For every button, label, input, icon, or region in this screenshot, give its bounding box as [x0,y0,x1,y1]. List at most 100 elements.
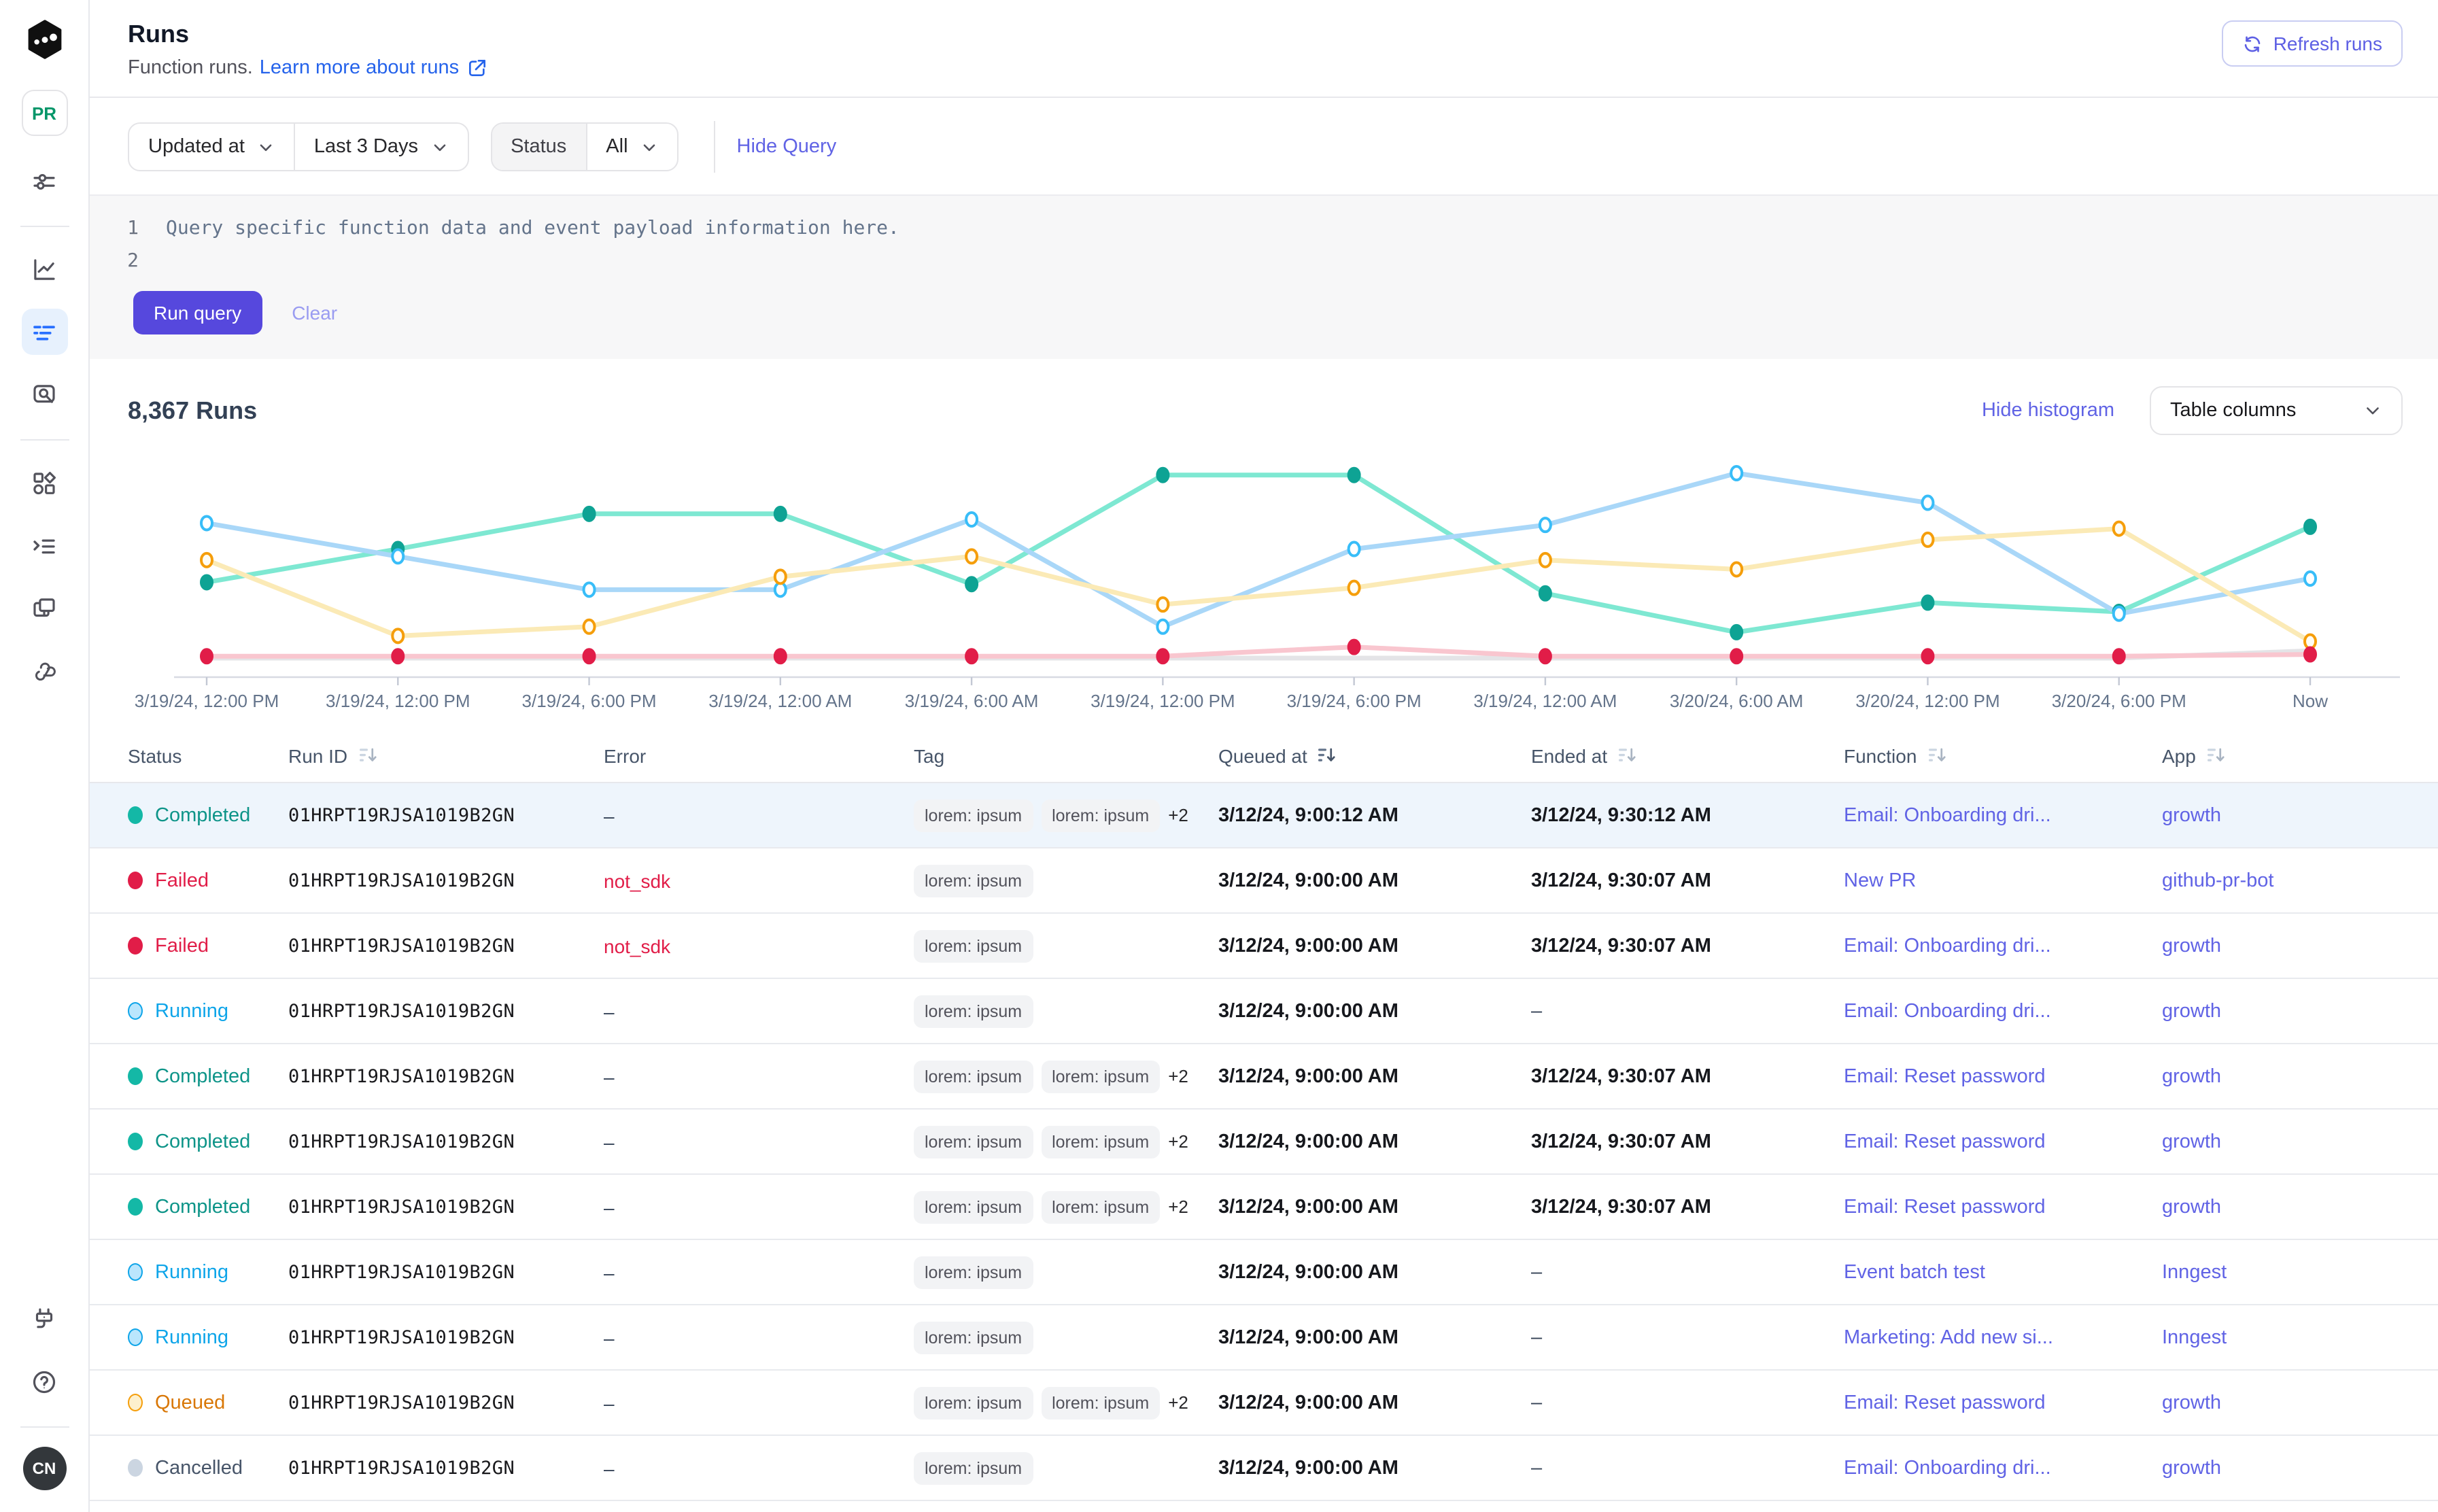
function-link[interactable]: Email: Onboarding dri... [1844,1457,2051,1479]
app-link[interactable]: github-pr-bot [2162,870,2273,891]
function-link[interactable]: Marketing: Add new si... [1844,1326,2053,1348]
function-link[interactable]: Email: Onboarding dri... [1844,935,2051,957]
app-cell: growth [2162,1456,2424,1480]
tags-cell: lorem: ipsumlorem: ipsum+2 [914,1125,1218,1158]
column-header-app[interactable]: App [2162,744,2424,766]
ended-at-cell: – [1531,1261,1844,1283]
app-link[interactable]: growth [2162,1065,2221,1087]
table-row[interactable]: Completed 01HRPT19RJSA1019B2GN – lorem: … [90,1044,2438,1110]
clear-query-button[interactable]: Clear [292,302,337,324]
results-bar: 8,367 Runs Hide histogram Table columns [90,359,2438,446]
refresh-runs-button[interactable]: Refresh runs [2222,20,2403,67]
app-link[interactable]: growth [2162,1392,2221,1413]
column-header-queued-at[interactable]: Queued at [1218,744,1531,766]
error-cell: – [604,1326,914,1348]
sidebar-item-help[interactable] [21,1358,67,1405]
app-link[interactable]: growth [2162,1196,2221,1218]
function-link[interactable]: Email: Reset password [1844,1065,2046,1087]
column-header-ended-at[interactable]: Ended at [1531,744,1844,766]
sliders-icon[interactable] [21,158,67,204]
error-cell: – [604,1261,914,1283]
table-columns-dropdown[interactable]: Table columns [2150,386,2403,435]
function-cell: Email: Reset password [1844,1390,2162,1415]
run-query-button[interactable]: Run query [133,291,262,334]
column-header-function[interactable]: Function [1844,744,2162,766]
table-row[interactable]: Failed 01HRPT19RJSA1019B2GN not_sdk lore… [90,914,2438,979]
sidebar-item-runs[interactable] [21,309,67,355]
function-link[interactable]: Email: Onboarding dri... [1844,804,2051,826]
time-range-dropdown[interactable]: Last 3 Days [294,124,467,170]
function-link[interactable]: Event batch test [1844,1261,1985,1283]
sidebar-item-webhooks[interactable] [21,647,67,693]
hide-histogram-link[interactable]: Hide histogram [1982,400,2114,422]
ended-at-cell: – [1531,1392,1844,1413]
table-row[interactable]: Failed 01HRPT19RJSA1019B2GN not_sdk lore… [90,848,2438,914]
function-link[interactable]: Email: Onboarding dri... [1844,1000,2051,1022]
tags-cell: lorem: ipsum [914,929,1218,962]
table-row[interactable]: Queued 01HRPT19RJSA1019B2GN – lorem: ips… [90,1371,2438,1436]
app-link[interactable]: growth [2162,1131,2221,1152]
app-link[interactable]: growth [2162,1457,2221,1479]
function-link[interactable]: Email: Reset password [1844,1392,2046,1413]
run-id-cell: 01HRPT19RJSA1019B2GN [288,1196,604,1218]
app-link[interactable]: Inngest [2162,1326,2227,1348]
table-row[interactable]: Running 01HRPT19RJSA1019B2GN – lorem: ip… [90,1305,2438,1371]
queued-at-cell: 3/12/24, 9:00:00 AM [1218,1000,1531,1022]
sidebar: PR [0,0,90,1512]
table-row[interactable]: Running 01HRPT19RJSA1019B2GN – lorem: ip… [90,1240,2438,1305]
hide-query-link[interactable]: Hide Query [737,136,837,158]
app-link[interactable]: growth [2162,1000,2221,1022]
sidebar-item-dev-server[interactable] [21,1296,67,1342]
query-editor[interactable]: 1 Query specific function data and event… [90,194,2438,359]
line-number: 2 [122,245,139,277]
time-field-dropdown[interactable]: Updated at [129,124,294,170]
app-link[interactable]: Inngest [2162,1261,2227,1283]
status-filter-dropdown[interactable]: All [585,124,676,170]
workspace-badge[interactable]: PR [21,90,67,136]
tag-pill: lorem: ipsum [1041,1125,1160,1158]
learn-more-link[interactable]: Learn more about runs [260,57,487,79]
tag-pill: lorem: ipsum [914,1451,1033,1484]
table-row[interactable]: Completed 01HRPT19RJSA1019B2GN – lorem: … [90,783,2438,848]
app-cell: growth [2162,933,2424,958]
time-filter: Updated at Last 3 Days [128,122,468,171]
run-id-cell: 01HRPT19RJSA1019B2GN [288,1261,604,1283]
filter-bar: Updated at Last 3 Days Status All Hide Q [90,98,2438,194]
tag-pill: lorem: ipsum [914,864,1033,897]
status-dot-icon [128,1394,143,1411]
external-link-icon [466,57,487,79]
table-row[interactable]: Cancelled 01HRPT19RJSA1019B2GN – lorem: … [90,1436,2438,1501]
svg-text:3/19/24, 12:00 PM: 3/19/24, 12:00 PM [135,691,279,711]
tag-pill: lorem: ipsum [1041,799,1160,831]
page-title: Runs [128,20,487,49]
app-cell: growth [2162,1064,2424,1088]
app-link[interactable]: growth [2162,804,2221,826]
tag-extra-count: +2 [1168,1131,1188,1152]
error-cell: – [604,1392,914,1413]
tag-pill: lorem: ipsum [914,1190,1033,1223]
sidebar-item-events[interactable] [21,585,67,631]
column-header-run-id[interactable]: Run ID [288,744,604,766]
status-cell: Cancelled [128,1457,288,1479]
sidebar-item-apps[interactable] [21,460,67,506]
sidebar-item-functions[interactable] [21,522,67,568]
status-dot-icon [128,1263,143,1281]
svg-text:3/20/24, 6:00 PM: 3/20/24, 6:00 PM [2052,691,2186,711]
function-link[interactable]: Email: Reset password [1844,1131,2046,1152]
tags-cell: lorem: ipsum [914,1321,1218,1354]
status-dot-icon [128,1198,143,1216]
function-link[interactable]: Email: Reset password [1844,1196,2046,1218]
table-row[interactable]: Completed 01HRPT19RJSA1019B2GN – lorem: … [90,1175,2438,1240]
function-link[interactable]: New PR [1844,870,1916,891]
table-row[interactable]: Running 01HRPT19RJSA1019B2GN – lorem: ip… [90,979,2438,1044]
app-link[interactable]: growth [2162,935,2221,957]
sidebar-item-search[interactable] [21,371,67,417]
svg-text:3/19/24, 12:00 AM: 3/19/24, 12:00 AM [708,691,852,711]
tags-cell: lorem: ipsum [914,1256,1218,1288]
chevron-down-icon [430,138,448,156]
avatar[interactable]: CN [22,1447,66,1490]
tag-pill: lorem: ipsum [1041,1190,1160,1223]
table-row[interactable]: Completed 01HRPT19RJSA1019B2GN – lorem: … [90,1110,2438,1175]
app-cell: growth [2162,803,2424,827]
sidebar-item-metrics[interactable] [21,246,67,292]
